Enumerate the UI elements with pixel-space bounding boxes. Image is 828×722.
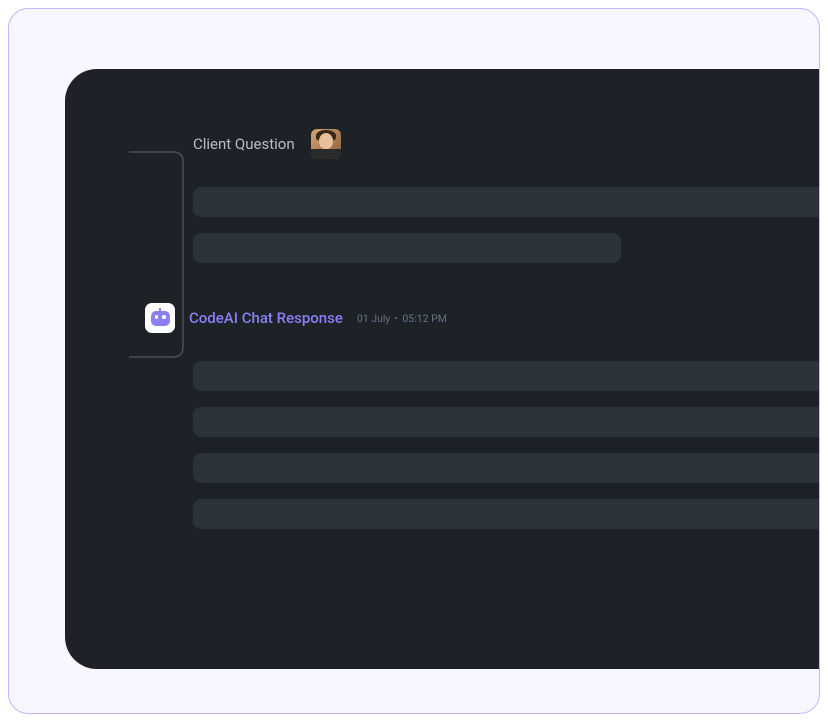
response-content bbox=[193, 361, 820, 529]
placeholder-line bbox=[193, 453, 820, 483]
response-label: CodeAI Chat Response bbox=[189, 309, 343, 327]
timestamp-time: 05:12 PM bbox=[402, 312, 447, 325]
timestamp-separator bbox=[395, 317, 397, 319]
chat-card: Client Question CodeAI Chat bbox=[65, 69, 820, 669]
outer-frame: Client Question CodeAI Chat bbox=[8, 8, 820, 714]
placeholder-line bbox=[193, 361, 820, 391]
response-section: CodeAI Chat Response 01 July 05:12 PM bbox=[193, 303, 820, 529]
placeholder-line bbox=[193, 499, 820, 529]
user-avatar bbox=[311, 129, 341, 159]
question-content bbox=[193, 187, 820, 263]
timestamp-date: 01 July bbox=[357, 312, 391, 325]
question-section: Client Question bbox=[193, 129, 820, 263]
placeholder-line bbox=[193, 233, 621, 263]
placeholder-line bbox=[193, 187, 820, 217]
placeholder-line bbox=[193, 407, 820, 437]
timestamp: 01 July 05:12 PM bbox=[357, 312, 447, 325]
question-header: Client Question bbox=[193, 129, 820, 159]
ai-bot-icon bbox=[145, 303, 175, 333]
question-label: Client Question bbox=[193, 135, 295, 153]
response-header: CodeAI Chat Response 01 July 05:12 PM bbox=[145, 303, 820, 333]
